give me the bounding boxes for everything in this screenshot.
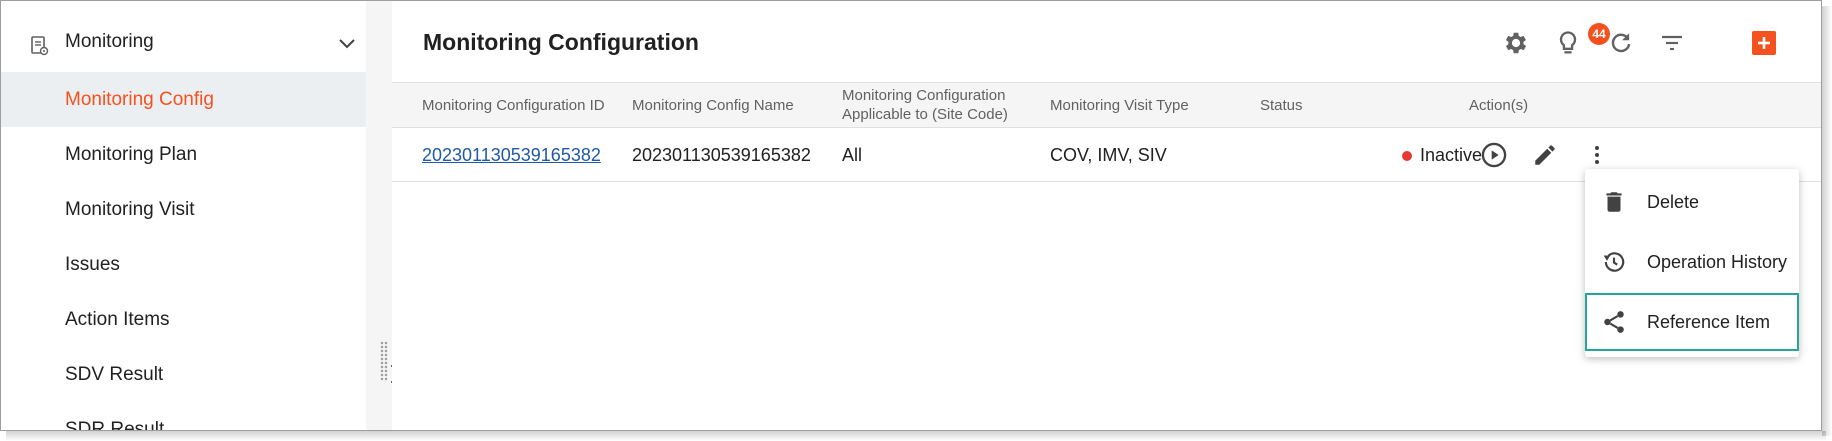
app-window: Monitoring Monitoring Config Monitoring … — [0, 0, 1822, 431]
config-name-cell: 202301130539165382 — [632, 145, 811, 165]
menu-item-label: Operation History — [1647, 252, 1788, 272]
column-header-actions: Action(s) — [1469, 97, 1529, 114]
visit-type-cell: COV, IMV, SIV — [1050, 145, 1167, 165]
row-actions-menu: Delete Operation History Reference Item — [1585, 169, 1799, 357]
column-header-config-name[interactable]: Monitoring Config Name — [632, 97, 794, 115]
share-icon — [1604, 311, 1624, 333]
menu-item-label: Delete — [1647, 192, 1700, 212]
add-button[interactable] — [1752, 31, 1776, 55]
sidebar-item-monitoring-visit[interactable]: Monitoring Visit — [1, 182, 366, 237]
more-vertical-icon — [1595, 146, 1599, 164]
filter-button[interactable] — [1656, 27, 1688, 59]
column-header-config-id[interactable]: Monitoring Configuration ID — [422, 97, 605, 115]
sidebar: Monitoring Monitoring Config Monitoring … — [1, 1, 366, 430]
menu-item-delete[interactable]: Delete — [1585, 173, 1799, 231]
column-header-applicable-line1[interactable]: Monitoring Configuration — [842, 87, 1005, 105]
history-icon — [1603, 252, 1625, 272]
chevron-down-icon[interactable] — [338, 38, 356, 50]
sidebar-item-monitoring-plan[interactable]: Monitoring Plan — [1, 127, 366, 182]
window-shadow — [1822, 6, 1832, 436]
status-badge: Inactive — [1420, 145, 1483, 165]
sidebar-item-sdr-result[interactable]: SDR Result — [1, 402, 366, 430]
more-actions-button[interactable] — [1582, 140, 1612, 170]
document-settings-icon — [31, 36, 49, 56]
window-shadow — [6, 431, 1826, 441]
lightbulb-icon — [1559, 31, 1577, 54]
refresh-icon — [1611, 33, 1631, 53]
edit-button[interactable] — [1530, 140, 1560, 170]
gear-icon — [1505, 32, 1527, 54]
sidebar-item-action-items[interactable]: Action Items — [1, 292, 366, 347]
status-dot — [1402, 151, 1412, 161]
applicable-cell: All — [842, 145, 863, 165]
sidebar-item-sdv-result[interactable]: SDV Result — [1, 347, 366, 402]
column-header-applicable-line2[interactable]: Applicable to (Site Code) — [842, 106, 1008, 124]
column-header-status[interactable]: Status — [1260, 97, 1303, 115]
settings-button[interactable] — [1500, 27, 1532, 59]
config-id-link[interactable]: 202301130539165382 — [422, 145, 601, 166]
add-icon — [1758, 37, 1770, 49]
sidebar-module-header[interactable]: Monitoring — [1, 16, 366, 72]
drag-handle-icon[interactable] — [380, 341, 388, 381]
sidebar-item-monitoring-config[interactable]: Monitoring Config — [1, 72, 366, 127]
tips-button[interactable] — [1552, 27, 1584, 59]
trash-icon — [1606, 192, 1622, 212]
refresh-button[interactable] — [1605, 27, 1637, 59]
sidebar-module-title: Monitoring — [65, 31, 154, 52]
pencil-icon — [1535, 145, 1555, 165]
column-header-visit-type[interactable]: Monitoring Visit Type — [1050, 97, 1189, 115]
menu-item-operation-history[interactable]: Operation History — [1585, 233, 1799, 291]
menu-item-label: Reference Item — [1647, 312, 1771, 332]
activate-button[interactable] — [1479, 140, 1509, 170]
page-title: Monitoring Configuration — [423, 29, 699, 55]
menu-item-reference-item[interactable]: Reference Item — [1585, 293, 1799, 351]
filter-icon — [1662, 35, 1682, 51]
play-circle-icon — [1481, 142, 1507, 168]
table-header: Monitoring Configuration ID Monitoring C… — [392, 82, 1821, 128]
sidebar-item-issues[interactable]: Issues — [1, 237, 366, 292]
